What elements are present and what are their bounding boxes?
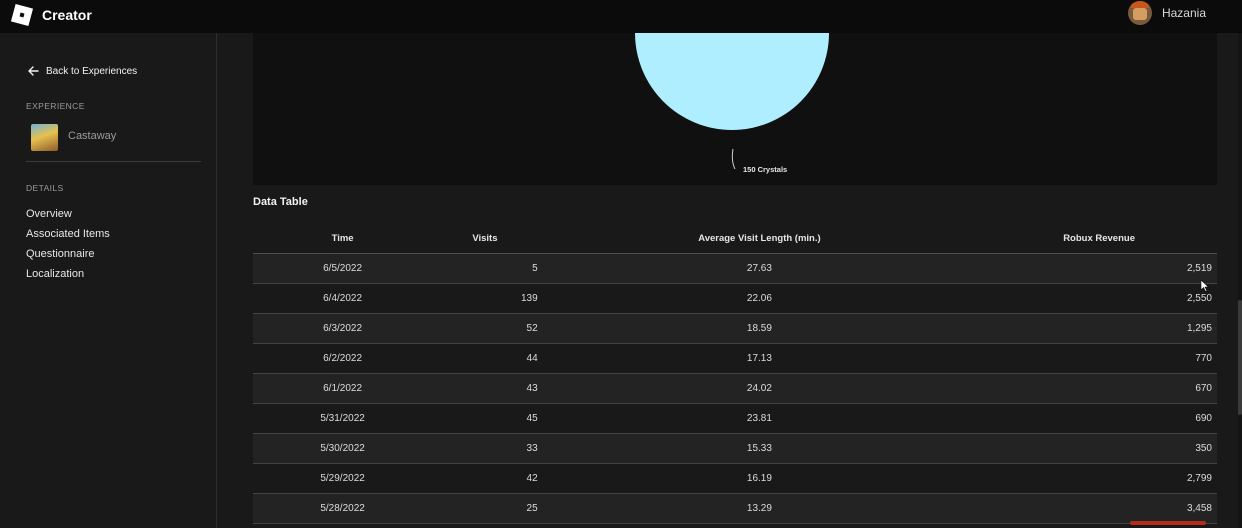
table-row: 5/29/2022 42 16.19 2,799 <box>253 463 1217 494</box>
cell-visits: 44 <box>432 343 538 374</box>
cell-avg: 15.33 <box>537 433 982 464</box>
cell-revenue: 2,519 <box>981 253 1217 284</box>
sidebar-item-questionnaire[interactable]: Questionnaire <box>26 244 110 264</box>
table-row: 6/3/2022 52 18.59 1,295 <box>253 313 1217 344</box>
cell-visits: 45 <box>432 403 538 434</box>
table-row: 6/1/2022 43 24.02 670 <box>253 373 1217 404</box>
pie-chart-panel: 150 Crystals <box>253 33 1217 185</box>
cell-time: 6/4/2022 <box>253 283 433 314</box>
cell-visits: 52 <box>432 313 538 344</box>
cell-avg: 16.19 <box>537 463 982 494</box>
sidebar-item-localization[interactable]: Localization <box>26 264 110 284</box>
cell-visits: 33 <box>432 433 538 464</box>
cell-visits: 43 <box>432 373 538 404</box>
sidebar-divider <box>26 161 201 162</box>
cell-revenue: 1,295 <box>981 313 1217 344</box>
cell-revenue: 350 <box>981 433 1217 464</box>
cell-revenue: 2,550 <box>981 283 1217 314</box>
cell-avg: 27.63 <box>537 253 982 284</box>
user-menu[interactable]: Hazania <box>1127 0 1206 25</box>
pie-chart <box>635 33 829 170</box>
user-name[interactable]: Hazania <box>1162 6 1206 20</box>
cell-avg: 13.29 <box>537 493 982 524</box>
cell-time: 5/30/2022 <box>253 433 433 464</box>
cell-avg: 23.81 <box>537 403 982 434</box>
cell-visits: 5 <box>432 253 538 284</box>
back-label[interactable]: Back to Experiences <box>46 66 137 77</box>
header-average-visit-length[interactable]: Average Visit Length (min.) <box>537 223 982 254</box>
table-row: 5/30/2022 33 15.33 350 <box>253 433 1217 464</box>
user-avatar-icon[interactable] <box>1127 0 1152 25</box>
header-time[interactable]: Time <box>253 223 433 254</box>
arrow-left-icon <box>28 66 39 76</box>
cell-time: 5/31/2022 <box>253 403 433 434</box>
table-header-row: Time Visits Average Visit Length (min.) … <box>253 223 1217 254</box>
cell-revenue: 2,799 <box>981 463 1217 494</box>
pie-slice <box>635 33 829 130</box>
data-table-title: Data Table <box>253 196 308 208</box>
cell-revenue: 3,458 <box>981 493 1217 524</box>
back-to-experiences-link[interactable]: Back to Experiences <box>27 65 137 77</box>
cell-time: 6/3/2022 <box>253 313 433 344</box>
cell-time: 5/28/2022 <box>253 493 433 524</box>
experience-thumbnail[interactable] <box>31 124 58 151</box>
table-row: 6/5/2022 5 27.63 2,519 <box>253 253 1217 284</box>
roblox-logo-icon <box>10 3 34 27</box>
notification-indicator <box>1130 521 1206 525</box>
sidebar: Back to Experiences EXPERIENCE Castaway … <box>0 33 217 528</box>
table-row: 6/4/2022 139 22.06 2,550 <box>253 283 1217 314</box>
cell-visits: 25 <box>432 493 538 524</box>
sidebar-item-overview[interactable]: Overview <box>26 204 110 224</box>
pie-slice-label: 150 Crystals <box>743 165 788 174</box>
slice-leader-line <box>731 148 736 170</box>
cell-revenue: 690 <box>981 403 1217 434</box>
data-table: Time Visits Average Visit Length (min.) … <box>253 223 1217 524</box>
experience-name[interactable]: Castaway <box>68 130 116 142</box>
table-row: 5/28/2022 25 13.29 3,458 <box>253 493 1217 524</box>
details-section-label: DETAILS <box>26 183 64 193</box>
scrollbar-thumb[interactable] <box>1238 300 1242 415</box>
main-content: 150 Crystals Data Table Time Visits Aver… <box>217 33 1242 528</box>
scrollbar[interactable] <box>1238 33 1242 528</box>
cell-time: 6/1/2022 <box>253 373 433 404</box>
table-row: 6/2/2022 44 17.13 770 <box>253 343 1217 374</box>
cell-avg: 17.13 <box>537 343 982 374</box>
cell-time: 6/5/2022 <box>253 253 433 284</box>
details-nav: Overview Associated Items Questionnaire … <box>26 204 110 284</box>
cell-visits: 139 <box>432 283 538 314</box>
cell-visits: 42 <box>432 463 538 494</box>
header-visits[interactable]: Visits <box>432 223 538 254</box>
cell-avg: 24.02 <box>537 373 982 404</box>
app-name: Creator <box>42 7 92 23</box>
mouse-cursor-icon <box>1201 280 1209 292</box>
header-robux-revenue[interactable]: Robux Revenue <box>981 223 1217 254</box>
cell-avg: 22.06 <box>537 283 982 314</box>
cell-time: 5/29/2022 <box>253 463 433 494</box>
brand[interactable]: Creator <box>10 3 92 27</box>
top-bar: Creator Hazania <box>0 0 1242 33</box>
table-row: 5/31/2022 45 23.81 690 <box>253 403 1217 434</box>
cell-revenue: 670 <box>981 373 1217 404</box>
sidebar-item-associated-items[interactable]: Associated Items <box>26 224 110 244</box>
cell-revenue: 770 <box>981 343 1217 374</box>
cell-time: 6/2/2022 <box>253 343 433 374</box>
experience-section-label: EXPERIENCE <box>26 101 85 111</box>
cell-avg: 18.59 <box>537 313 982 344</box>
